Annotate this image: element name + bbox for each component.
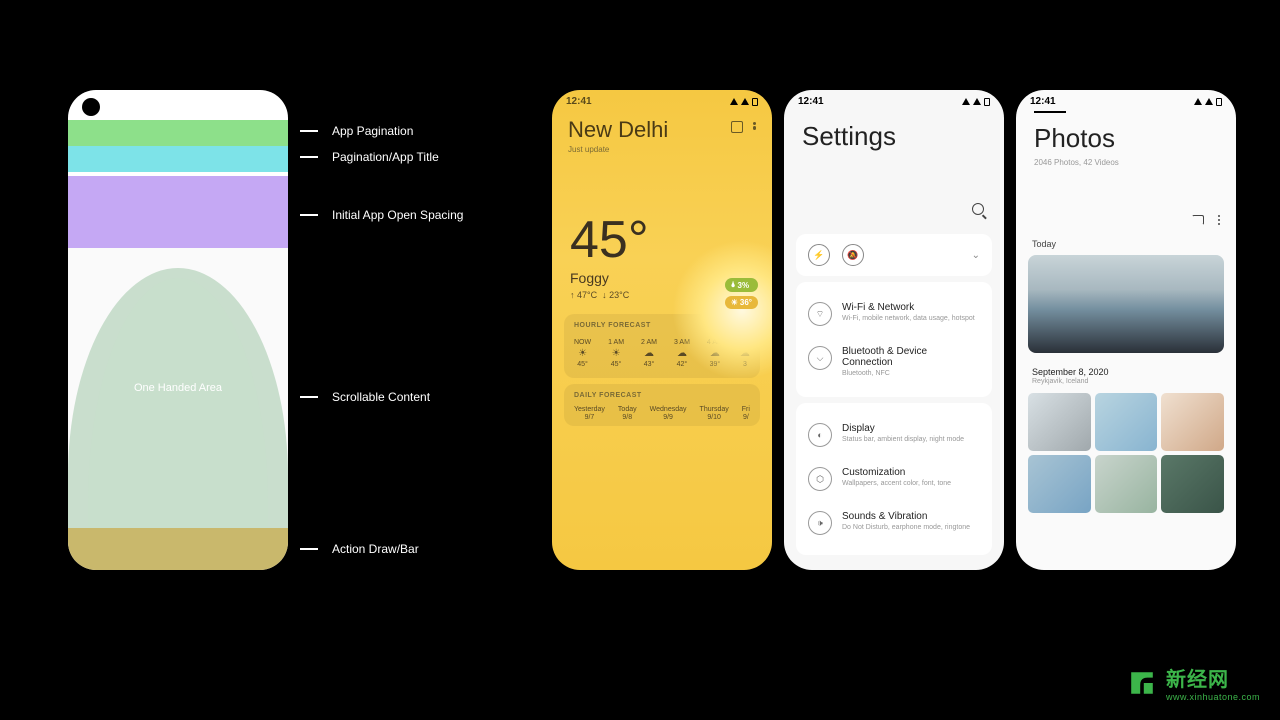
weather-badge-uv: ☀ 36° (725, 296, 758, 309)
status-time: 12:41 (566, 96, 592, 107)
chevron-down-icon[interactable]: ⌄ (972, 250, 980, 261)
photos-title: Photos (1016, 113, 1236, 154)
customization-icon: ⬡ (808, 467, 832, 491)
wifi-signal-icon (1205, 98, 1213, 105)
weather-app-phone: 12:41 New Delhi Just update 45° 🌢 3% ☀ 3… (552, 90, 772, 570)
search-icon[interactable] (972, 203, 984, 215)
one-handed-label: One Handed Area (134, 382, 222, 394)
hourly-item: 2 AM☁43° (641, 337, 657, 370)
display-icon: ◐ (808, 423, 832, 447)
battery-status-icon: ⚡ (808, 244, 830, 266)
status-icons (730, 98, 758, 106)
status-time: 12:41 (1030, 96, 1056, 107)
status-bar: 12:41 (784, 90, 1004, 111)
settings-app-phone: 12:41 Settings ⚡ 🔕 ⌄ ⌔Wi-Fi & NetworkWi-… (784, 90, 1004, 570)
settings-search-row (784, 152, 1004, 228)
photos-today-label: Today (1016, 231, 1236, 255)
signal-icon (1194, 98, 1202, 105)
weather-city: New Delhi (568, 117, 668, 143)
setting-item[interactable]: ⌔Wi-Fi & NetworkWi-Fi, mobile network, d… (808, 292, 980, 336)
photos-subtitle: 2046 Photos, 42 Videos (1016, 154, 1236, 167)
status-bar: 12:41 (552, 90, 772, 111)
photo-thumb[interactable] (1095, 393, 1158, 451)
photo-location: Reykjavik, Iceland (1032, 378, 1109, 385)
daily-forecast-title: DAILY FORECAST (574, 392, 750, 399)
photos-grid (1028, 393, 1224, 513)
layout-diagram-phone: One Handed Area (68, 90, 288, 570)
weather-menu-icon[interactable] (753, 122, 756, 133)
watermark: 新经网 www.xinhuatone.com (1124, 663, 1260, 702)
signal-icon (962, 98, 970, 105)
zone-app-pagination (68, 120, 288, 146)
setting-item[interactable]: ◐DisplayStatus bar, ambient display, nig… (808, 413, 980, 457)
photo-thumb[interactable] (1095, 455, 1158, 513)
annotation-label: App Pagination (300, 124, 413, 138)
weather-updated: Just update (568, 145, 668, 154)
settings-group-display: ◐DisplayStatus bar, ambient display, nig… (796, 403, 992, 555)
cast-icon[interactable] (1192, 215, 1204, 225)
watermark-text-cn: 新经网 (1166, 663, 1260, 692)
weather-badge-humidity: 🌢 3% (725, 278, 758, 292)
settings-title: Settings (784, 111, 1004, 152)
settings-group-network: ⌔Wi-Fi & NetworkWi-Fi, mobile network, d… (796, 282, 992, 397)
photo-date: September 8, 2020 (1032, 367, 1109, 377)
daily-item: Today9/8 (618, 405, 637, 422)
battery-icon (1216, 98, 1222, 106)
photo-thumb[interactable] (1161, 455, 1224, 513)
photo-thumb[interactable] (1028, 455, 1091, 513)
diagram-annotations: App PaginationPagination/App TitleInitia… (300, 90, 500, 120)
photo-thumb[interactable] (1028, 393, 1091, 451)
daily-item: Fri9/ (742, 405, 750, 422)
status-icons (1194, 98, 1222, 106)
zone-pagination-title (68, 146, 288, 172)
weather-add-icon[interactable] (731, 121, 743, 133)
wifi-signal-icon (973, 98, 981, 105)
signal-icon (730, 98, 738, 105)
battery-icon (752, 98, 758, 106)
battery-icon (984, 98, 990, 106)
zone-action-bar (68, 528, 288, 570)
status-icons (962, 98, 990, 106)
photos-app-phone: 12:41 Photos 2046 Photos, 42 Videos Toda… (1016, 90, 1236, 570)
setting-item[interactable]: ⬡CustomizationWallpapers, accent color, … (808, 457, 980, 501)
photo-thumb[interactable] (1161, 393, 1224, 451)
sound-icon: 🕩 (808, 511, 832, 535)
annotation-label: Scrollable Content (300, 390, 430, 404)
zone-initial-spacing (68, 176, 288, 248)
daily-item: Wednesday9/9 (650, 405, 687, 422)
quick-status-block[interactable]: ⚡ 🔕 ⌄ (796, 234, 992, 276)
daily-forecast-card[interactable]: DAILY FORECAST Yesterday9/7 Today9/8 Wedne… (564, 384, 760, 426)
status-bar: 12:41 (1016, 90, 1236, 111)
bluetooth-icon: ⌵ (808, 346, 832, 370)
wifi-icon: ⌔ (808, 302, 832, 326)
watermark-logo-icon (1124, 665, 1160, 701)
setting-item[interactable]: 🕩Sounds & VibrationDo Not Disturb, earph… (808, 501, 980, 545)
camera-notch (82, 98, 100, 116)
annotation-label: Initial App Open Spacing (300, 208, 463, 222)
daily-item: Yesterday9/7 (574, 405, 605, 422)
wifi-signal-icon (741, 98, 749, 105)
status-time: 12:41 (798, 96, 824, 107)
photo-hero[interactable]: September 8, 2020 Reykjavik, Iceland (1028, 255, 1224, 353)
watermark-text-en: www.xinhuatone.com (1166, 692, 1260, 702)
photos-menu-icon[interactable] (1218, 215, 1220, 225)
hourly-item: NOW☀45° (574, 337, 591, 370)
annotation-label: Pagination/App Title (300, 150, 439, 164)
setting-item[interactable]: ⌵Bluetooth & Device ConnectionBluetooth,… (808, 336, 980, 387)
hourly-item: 1 AM☀45° (608, 337, 624, 370)
annotation-label: Action Draw/Bar (300, 542, 419, 556)
daily-item: Thursday9/10 (700, 405, 729, 422)
zone-scrollable-content: One Handed Area (68, 248, 288, 528)
dnd-status-icon: 🔕 (842, 244, 864, 266)
